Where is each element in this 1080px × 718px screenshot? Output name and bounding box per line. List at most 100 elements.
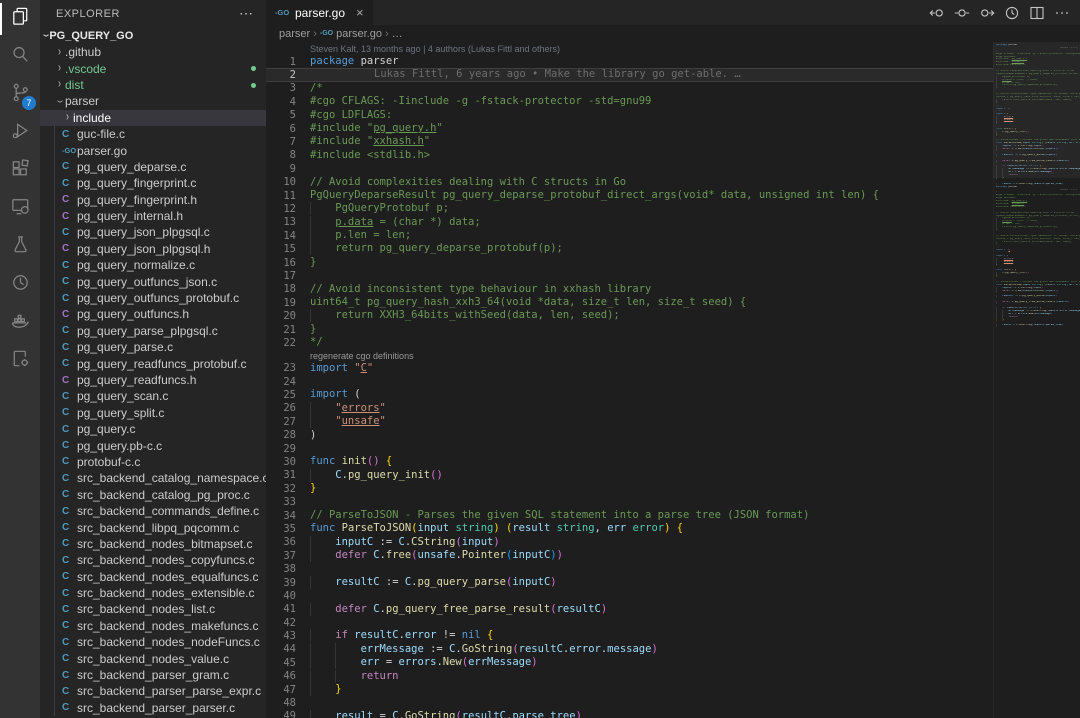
code-line-46[interactable]: 46return <box>266 670 993 683</box>
code-line-30[interactable]: 30func init() { <box>266 455 993 468</box>
code-line-9[interactable]: 9 <box>266 162 993 175</box>
tree-item-src-backend-nodes-value.c[interactable]: Csrc_backend_nodes_value.c <box>40 650 266 666</box>
activity-bar-explorer[interactable] <box>0 0 40 38</box>
code-line-13[interactable]: 13p.data = (char *) data; <box>266 216 993 229</box>
tab-parser-go[interactable]: -GO parser.go × <box>266 0 373 25</box>
tree-item-pg-query-fingerprint.h[interactable]: Cpg_query_fingerprint.h <box>40 192 266 208</box>
code-line-32[interactable]: 32} <box>266 482 993 495</box>
code-line-4[interactable]: 4#cgo CFLAGS: -Iinclude -g -fstack-prote… <box>266 95 993 108</box>
tree-item-pg-query-normalize.c[interactable]: Cpg_query_normalize.c <box>40 257 266 273</box>
tree-item-src-backend-parser-parser.c[interactable]: Csrc_backend_parser_parser.c <box>40 700 266 716</box>
code-line-11[interactable]: 11PgQueryDeparseResult pg_query_deparse_… <box>266 189 993 202</box>
activity-bar-search[interactable] <box>0 38 40 76</box>
tree-item-pg-query-outfuncs-protobuf.c[interactable]: Cpg_query_outfuncs_protobuf.c <box>40 290 266 306</box>
tree-item-pg-query-outfuncs.h[interactable]: Cpg_query_outfuncs.h <box>40 306 266 322</box>
code-line-47[interactable]: 47} <box>266 683 993 696</box>
code-line-25[interactable]: 25import ( <box>266 388 993 401</box>
tree-item-parser[interactable]: ›parser <box>40 93 266 109</box>
tree-item-src-backend-catalog-pg-proc.c[interactable]: Csrc_backend_catalog_pg_proc.c <box>40 487 266 503</box>
code-line-36[interactable]: 36inputC := C.CString(input) <box>266 536 993 549</box>
minimap[interactable]: package parserLukas Fittl, 6 years ago •… <box>993 42 1080 718</box>
code-line-7[interactable]: 7#include "xxhash.h" <box>266 135 993 148</box>
tree-item-protobuf-c.c[interactable]: Cprotobuf-c.c <box>40 454 266 470</box>
tree-item-src-backend-nodes-list.c[interactable]: Csrc_backend_nodes_list.c <box>40 601 266 617</box>
tree-item-pg-query-parse-plpgsql.c[interactable]: Cpg_query_parse_plpgsql.c <box>40 323 266 339</box>
code-line-8[interactable]: 8#include <stdlib.h> <box>266 149 993 162</box>
code-line-41[interactable]: 41defer C.pg_query_free_parse_result(res… <box>266 603 993 616</box>
code-line-34[interactable]: 34// ParseToJSON - Parses the given SQL … <box>266 509 993 522</box>
code-line-33[interactable]: 33 <box>266 496 993 509</box>
minimap-viewport[interactable] <box>993 42 1080 178</box>
tree-item-pg-query-readfuncs-protobuf.c[interactable]: Cpg_query_readfuncs_protobuf.c <box>40 355 266 371</box>
explorer-more-actions-icon[interactable]: ⋯ <box>239 5 254 22</box>
breadcrumb-item-parser[interactable]: parser <box>279 28 310 40</box>
tree-item-pg-query-json-plpgsql.h[interactable]: Cpg_query_json_plpgsql.h <box>40 241 266 257</box>
activity-bar-source-control[interactable]: 7 <box>0 76 40 114</box>
code-line-27[interactable]: 27"unsafe" <box>266 415 993 428</box>
code-line-31[interactable]: 31C.pg_query_init() <box>266 469 993 482</box>
split-editor-icon[interactable] <box>1029 5 1045 21</box>
tree-item-.vscode[interactable]: ›.vscode <box>40 60 266 76</box>
tree-item-pg-query-json-plpgsql.c[interactable]: Cpg_query_json_plpgsql.c <box>40 224 266 240</box>
tree-item-src-backend-commands-define.c[interactable]: Csrc_backend_commands_define.c <box>40 503 266 519</box>
tree-item-src-backend-nodes-equalfuncs.c[interactable]: Csrc_backend_nodes_equalfuncs.c <box>40 569 266 585</box>
tree-item-pg-query-internal.h[interactable]: Cpg_query_internal.h <box>40 208 266 224</box>
more-actions-icon[interactable] <box>1054 5 1070 21</box>
code-line-29[interactable]: 29 <box>266 442 993 455</box>
tree-item-src-backend-parser-gram.c[interactable]: Csrc_backend_parser_gram.c <box>40 667 266 683</box>
open-changes-icon[interactable] <box>954 5 970 21</box>
code-line-19[interactable]: 19uint64_t pg_query_hash_xxh3_64(void *d… <box>266 296 993 309</box>
tree-item-src-backend-nodes-nodeFuncs.c[interactable]: Csrc_backend_nodes_nodeFuncs.c <box>40 634 266 650</box>
tree-item-src-backend-parser-parse-expr.c[interactable]: Csrc_backend_parser_parse_expr.c <box>40 683 266 699</box>
code-line-3[interactable]: 3/* <box>266 82 993 95</box>
code-line-14[interactable]: 14p.len = len; <box>266 229 993 242</box>
tree-item-pg-query.c[interactable]: Cpg_query.c <box>40 421 266 437</box>
tree-item-pg-query-fingerprint.c[interactable]: Cpg_query_fingerprint.c <box>40 175 266 191</box>
tree-item-parser.go[interactable]: -GOparser.go <box>40 142 266 158</box>
tree-item-src-backend-libpq-pqcomm.c[interactable]: Csrc_backend_libpq_pqcomm.c <box>40 519 266 535</box>
tree-item-pg-query-readfuncs.h[interactable]: Cpg_query_readfuncs.h <box>40 372 266 388</box>
code-line-5[interactable]: 5#cgo LDFLAGS: <box>266 109 993 122</box>
code-line-37[interactable]: 37defer C.free(unsafe.Pointer(inputC)) <box>266 549 993 562</box>
activity-bar-gitlens[interactable] <box>0 266 40 304</box>
code-line-22[interactable]: 22*/ <box>266 336 993 349</box>
tree-item-include[interactable]: ›include <box>40 110 266 126</box>
activity-bar-extensions[interactable] <box>0 152 40 190</box>
code-line-12[interactable]: 12PgQueryProtobuf p; <box>266 202 993 215</box>
code-line-40[interactable]: 40 <box>266 589 993 602</box>
activity-bar-testing[interactable] <box>0 228 40 266</box>
code-line-24[interactable]: 24 <box>266 375 993 388</box>
activity-bar-docker[interactable] <box>0 304 40 342</box>
activity-bar-project-manager[interactable] <box>0 342 40 380</box>
breadcrumb-item--[interactable]: … <box>392 28 403 40</box>
activity-bar-remote-explorer[interactable] <box>0 190 40 228</box>
tree-item-src-backend-nodes-extensible.c[interactable]: Csrc_backend_nodes_extensible.c <box>40 585 266 601</box>
file-history-icon[interactable] <box>1004 5 1020 21</box>
tree-item-guc-file.c[interactable]: Cguc-file.c <box>40 126 266 142</box>
tree-item-pg-query-outfuncs-json.c[interactable]: Cpg_query_outfuncs_json.c <box>40 273 266 289</box>
code-line-17[interactable]: 17 <box>266 269 993 282</box>
tree-item-.github[interactable]: ›.github <box>40 44 266 60</box>
workspace-root-item[interactable]: › PG_QUERY_GO <box>40 27 266 44</box>
code-line-45[interactable]: 45err = errors.New(errMessage) <box>266 656 993 669</box>
open-next-change-icon[interactable] <box>979 5 995 21</box>
code-line-44[interactable]: 44errMessage := C.GoString(resultC.error… <box>266 643 993 656</box>
code-line-21[interactable]: 21} <box>266 323 993 336</box>
code-line-35[interactable]: 35func ParseToJSON(input string) (result… <box>266 522 993 535</box>
code-line-48[interactable]: 48 <box>266 696 993 709</box>
open-previous-change-icon[interactable] <box>929 5 945 21</box>
code-editor[interactable]: Steven Kalt, 13 months ago | 4 authors (… <box>266 42 993 718</box>
tree-item-src-backend-nodes-copyfuncs.c[interactable]: Csrc_backend_nodes_copyfuncs.c <box>40 552 266 568</box>
code-line-39[interactable]: 39resultC := C.pg_query_parse(inputC) <box>266 576 993 589</box>
tree-item-pg-query-split.c[interactable]: Cpg_query_split.c <box>40 405 266 421</box>
code-line-20[interactable]: 20return XXH3_64bits_withSeed(data, len,… <box>266 309 993 322</box>
code-line-23[interactable]: 23import "C" <box>266 362 993 375</box>
code-line-2[interactable]: 2Lukas Fittl, 6 years ago • Make the lib… <box>266 68 993 81</box>
breadcrumb-item-parser.go[interactable]: -GOparser.go <box>320 28 382 40</box>
code-line-18[interactable]: 18// Avoid inconsistent type behaviour i… <box>266 283 993 296</box>
code-line-49[interactable]: 49result = C.GoString(resultC.parse_tree… <box>266 710 993 718</box>
code-line-10[interactable]: 10// Avoid complexities dealing with C s… <box>266 176 993 189</box>
codelens-action[interactable]: regenerate cgo definitions <box>266 350 993 362</box>
code-line-43[interactable]: 43if resultC.error != nil { <box>266 629 993 642</box>
code-line-1[interactable]: 1package parser <box>266 55 993 68</box>
